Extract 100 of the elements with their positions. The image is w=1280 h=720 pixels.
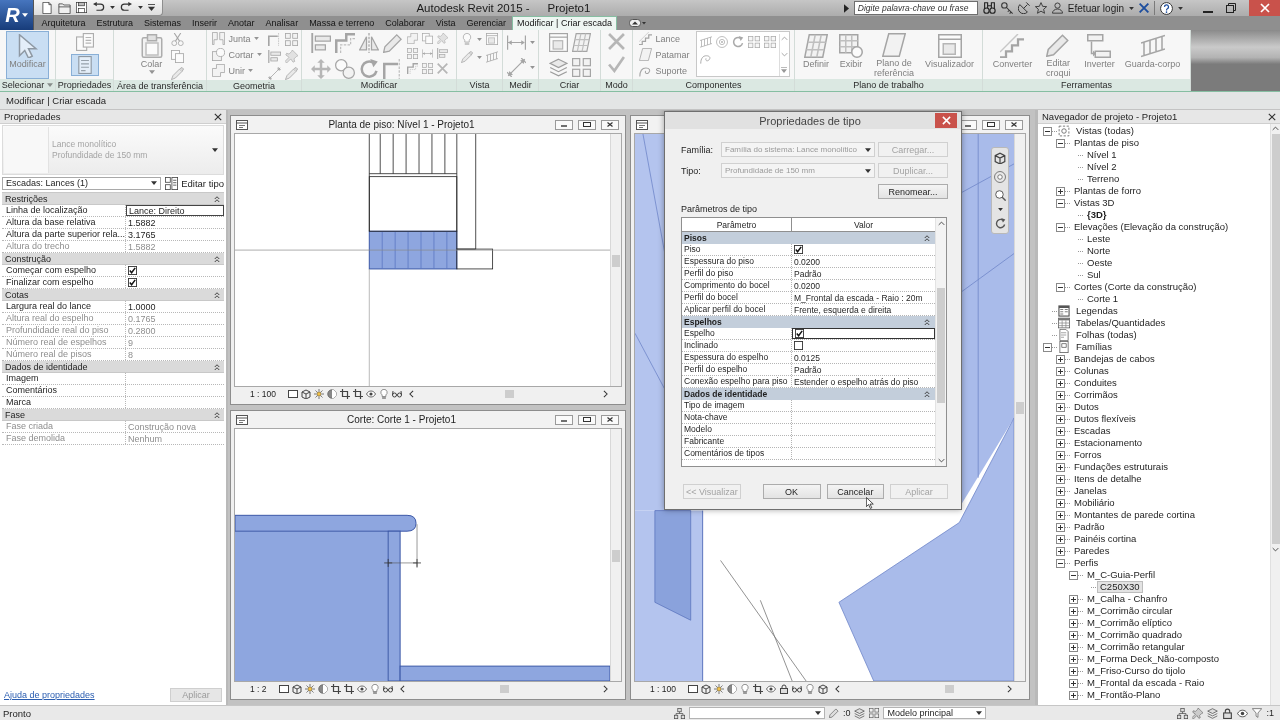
tree-item[interactable]: M_Corrimão retangular <box>1084 641 1188 653</box>
tree-item[interactable]: Sul <box>1084 269 1104 281</box>
view-scale[interactable]: 1 : 2 <box>250 684 267 694</box>
steering-wheel-icon[interactable] <box>994 171 1006 183</box>
x-logo-icon[interactable] <box>1139 3 1149 13</box>
element-filter-dropdown[interactable]: Escadas: Lances (1) <box>2 176 162 190</box>
ribbon-tab[interactable]: Vista <box>430 16 462 30</box>
plus-box-icon[interactable] <box>1056 366 1065 376</box>
minus-box-icon[interactable] <box>1056 222 1065 232</box>
ribbon-tab[interactable]: Arquitetura <box>36 16 92 30</box>
group-header[interactable]: Construção <box>2 253 224 265</box>
plus-box-icon[interactable] <box>1056 474 1065 484</box>
parameter-value[interactable]: Estender o espelho atrás do piso <box>792 376 935 387</box>
close-button[interactable] <box>601 119 619 130</box>
property-value[interactable]: Lance: Direito <box>126 205 224 216</box>
plus-box-icon[interactable] <box>1056 462 1065 472</box>
network-icon[interactable] <box>673 707 685 719</box>
half-shaded-circle-icon[interactable] <box>317 684 328 694</box>
tree-item[interactable]: M_Calha - Chanfro <box>1084 593 1171 605</box>
satellite-icon[interactable] <box>1017 2 1030 14</box>
edit-type-button[interactable]: Editar tipo <box>165 176 224 190</box>
network-icon[interactable] <box>1177 707 1189 719</box>
scrollbar[interactable] <box>610 134 621 386</box>
redo-icon[interactable] <box>120 2 133 13</box>
ribbon-tab[interactable]: Sistemas <box>138 16 187 30</box>
cube-icon[interactable] <box>994 152 1006 164</box>
ribbon-toggle-icon[interactable] <box>629 19 647 27</box>
scrollbar[interactable] <box>1270 124 1280 705</box>
ribbon-tab[interactable]: Analisar <box>260 16 304 30</box>
ribbon-tab[interactable]: Inserir <box>186 16 223 30</box>
tree-item[interactable]: Padrão <box>1071 521 1108 533</box>
tree-item[interactable]: Vistas (todas) <box>1073 125 1137 137</box>
tree-item[interactable]: Cortes (Corte da construção) <box>1071 281 1200 293</box>
tree-item[interactable]: Janelas <box>1071 485 1110 497</box>
parameter-value[interactable]: M_Frontal da escada - Raio : 20m <box>792 292 935 303</box>
cube-icon[interactable] <box>291 684 302 694</box>
group-header[interactable]: Pisos <box>682 232 935 244</box>
new-file-icon[interactable] <box>41 1 53 14</box>
help-icon[interactable] <box>1160 1 1173 15</box>
plus-box-icon[interactable] <box>1056 414 1065 424</box>
minus-box-icon[interactable] <box>1056 558 1065 568</box>
group-header[interactable]: Dados de identidade <box>2 361 224 373</box>
plus-box-icon[interactable] <box>1069 630 1078 640</box>
glasses-icon[interactable] <box>382 684 393 694</box>
property-value[interactable]: 3.1765 <box>126 229 224 240</box>
tree-item[interactable]: Conduites <box>1071 377 1120 389</box>
tree-item[interactable]: M_Corrimão quadrado <box>1084 629 1186 641</box>
tree-item[interactable]: Dutos <box>1071 401 1102 413</box>
plus-box-icon[interactable] <box>1056 522 1065 532</box>
tree-item[interactable]: M_C-Guia-Perfil <box>1084 569 1159 581</box>
dialog-button[interactable]: Renomear... <box>878 184 948 199</box>
minus-box-icon[interactable] <box>1056 138 1065 148</box>
minus-box-icon[interactable] <box>1043 342 1052 352</box>
caret-icon[interactable] <box>110 6 115 9</box>
scrollbar[interactable] <box>1014 134 1025 681</box>
eye-icon[interactable] <box>356 684 367 694</box>
property-value[interactable]: 1.0000 <box>126 301 224 312</box>
tree-item[interactable]: Corrimãos <box>1071 389 1121 401</box>
tree-item[interactable]: Nível 1 <box>1084 149 1120 161</box>
tree-item[interactable]: Bandejas de cabos <box>1071 353 1158 365</box>
tree-item[interactable]: Folhas (todas) <box>1073 329 1140 341</box>
eye-icon[interactable] <box>1237 707 1249 719</box>
zoom-icon[interactable] <box>994 190 1006 201</box>
tree-item[interactable]: M_Friso-Curso do tijolo <box>1084 665 1189 677</box>
tree-item[interactable]: Legendas <box>1073 305 1121 317</box>
login-link[interactable]: Efetuar login <box>1067 2 1124 14</box>
tree-item[interactable]: Norte <box>1084 245 1114 257</box>
close-button[interactable] <box>1005 119 1023 130</box>
plus-box-icon[interactable] <box>1056 378 1065 388</box>
close-icon[interactable] <box>1268 112 1276 121</box>
tree-item[interactable]: M_Frontão-Plano <box>1084 689 1164 701</box>
plus-box-icon[interactable] <box>1056 402 1065 412</box>
view-scale[interactable]: 1 : 100 <box>250 389 276 399</box>
tree-item[interactable]: Corte 1 <box>1084 293 1122 305</box>
tree-item[interactable]: Terreno <box>1084 173 1123 185</box>
parameter-value[interactable]: Padrão <box>792 268 935 279</box>
plus-box-icon[interactable] <box>1056 510 1065 520</box>
group-header[interactable]: Restrições <box>2 193 224 205</box>
save-icon[interactable] <box>76 2 87 13</box>
ribbon-tab[interactable]: Modificar | Criar escada <box>511 16 618 30</box>
eye-icon[interactable] <box>366 389 376 399</box>
caret-icon[interactable] <box>1178 6 1183 10</box>
pencil-icon[interactable] <box>828 708 839 718</box>
plus-box-icon[interactable] <box>1069 606 1078 616</box>
model-dropdown[interactable]: Modelo principal <box>883 707 987 719</box>
restore-button[interactable] <box>982 119 1000 130</box>
close-icon[interactable] <box>214 112 222 121</box>
plus-box-icon[interactable] <box>1069 642 1078 652</box>
parameter-value[interactable]: 0.0125 <box>792 352 935 363</box>
ribbon-tab[interactable]: Anotar <box>222 16 261 30</box>
sun-icon[interactable] <box>304 684 315 694</box>
minus-box-icon[interactable] <box>1043 126 1052 136</box>
caret-icon[interactable] <box>997 208 1003 211</box>
tree-item[interactable]: Montantes de parede cortina <box>1071 509 1198 521</box>
checkbox[interactable] <box>794 341 803 350</box>
minus-box-icon[interactable] <box>1056 282 1065 292</box>
group-header[interactable]: Espelhos <box>682 316 935 328</box>
tree-item[interactable]: M_Corrimão elíptico <box>1084 617 1175 629</box>
sun-icon[interactable] <box>314 389 324 399</box>
grid-icon[interactable] <box>869 708 880 718</box>
